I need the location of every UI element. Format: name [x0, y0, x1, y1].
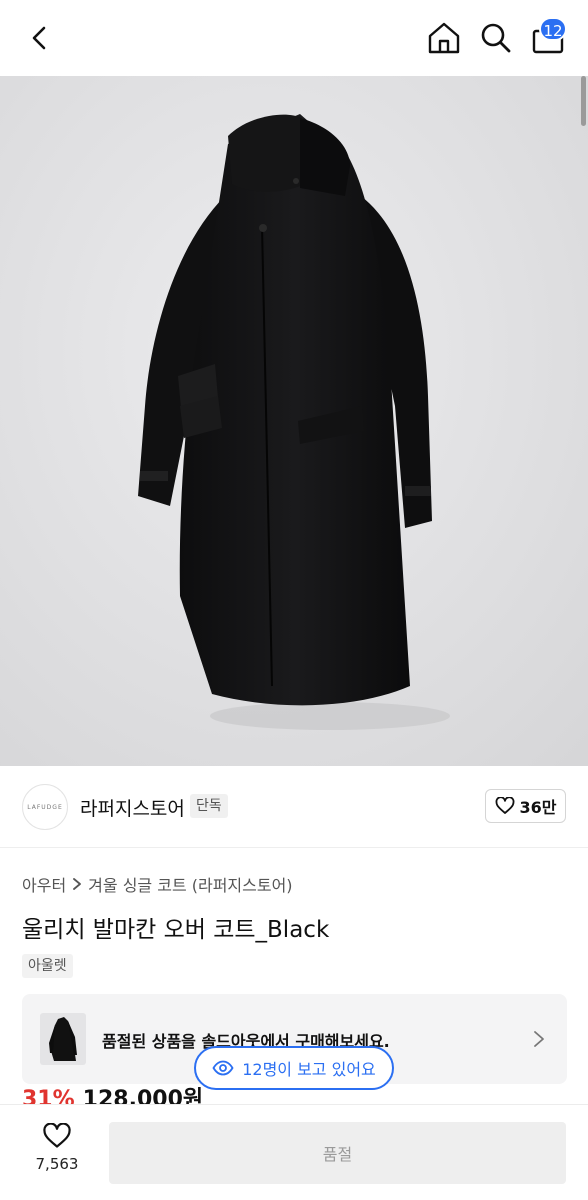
- search-icon: [481, 23, 511, 53]
- back-button[interactable]: [22, 20, 58, 56]
- store-exclusive-tag: 단독: [190, 794, 228, 818]
- store-name[interactable]: 라퍼지스토어: [80, 794, 185, 821]
- product-image[interactable]: [0, 76, 588, 766]
- wishlist-button[interactable]: 7,563: [22, 1123, 92, 1187]
- outlet-chip: 아울렛: [22, 954, 73, 978]
- soldout-thumbnail: [40, 1013, 86, 1065]
- cart-count-badge: 12: [539, 17, 567, 41]
- coat-thumbnail-image: [49, 1017, 77, 1061]
- eye-icon: [212, 1060, 234, 1076]
- search-button[interactable]: [476, 18, 516, 58]
- store-info: LAFUDGE 라퍼지스토어 단독 36만: [0, 766, 588, 848]
- home-icon: [428, 22, 460, 54]
- chevron-right-icon: [73, 878, 82, 890]
- viewers-text: 12명이 보고 있어요: [242, 1060, 376, 1079]
- chevron-left-icon: [32, 26, 46, 50]
- soldout-button[interactable]: 품절: [109, 1122, 566, 1184]
- chevron-right-icon: [534, 1031, 544, 1047]
- store-logo[interactable]: LAFUDGE: [22, 784, 68, 830]
- wishlist-count: 7,563: [35, 1155, 79, 1173]
- breadcrumb: 아우터 겨울 싱글 코트 (라퍼지스토어): [22, 872, 293, 896]
- viewers-count-pill: 12명이 보고 있어요: [194, 1046, 394, 1090]
- home-button[interactable]: [424, 18, 464, 58]
- store-like-button[interactable]: 36만: [485, 789, 566, 823]
- heart-icon: [495, 797, 514, 814]
- scrollbar[interactable]: [581, 76, 586, 126]
- top-navigation-bar: 12: [0, 0, 588, 76]
- heart-icon: [43, 1123, 71, 1148]
- bottom-action-bar: 7,563 품절: [0, 1104, 588, 1200]
- breadcrumb-category[interactable]: 아우터: [22, 872, 66, 896]
- breadcrumb-subcategory[interactable]: 겨울 싱글 코트 (라퍼지스토어): [88, 872, 292, 896]
- store-logo-text: LAFUDGE: [27, 803, 63, 811]
- product-title: 울리치 발마칸 오버 코트_Black: [22, 917, 330, 943]
- store-like-count: 36만: [519, 798, 557, 817]
- coat-image: [0, 76, 588, 766]
